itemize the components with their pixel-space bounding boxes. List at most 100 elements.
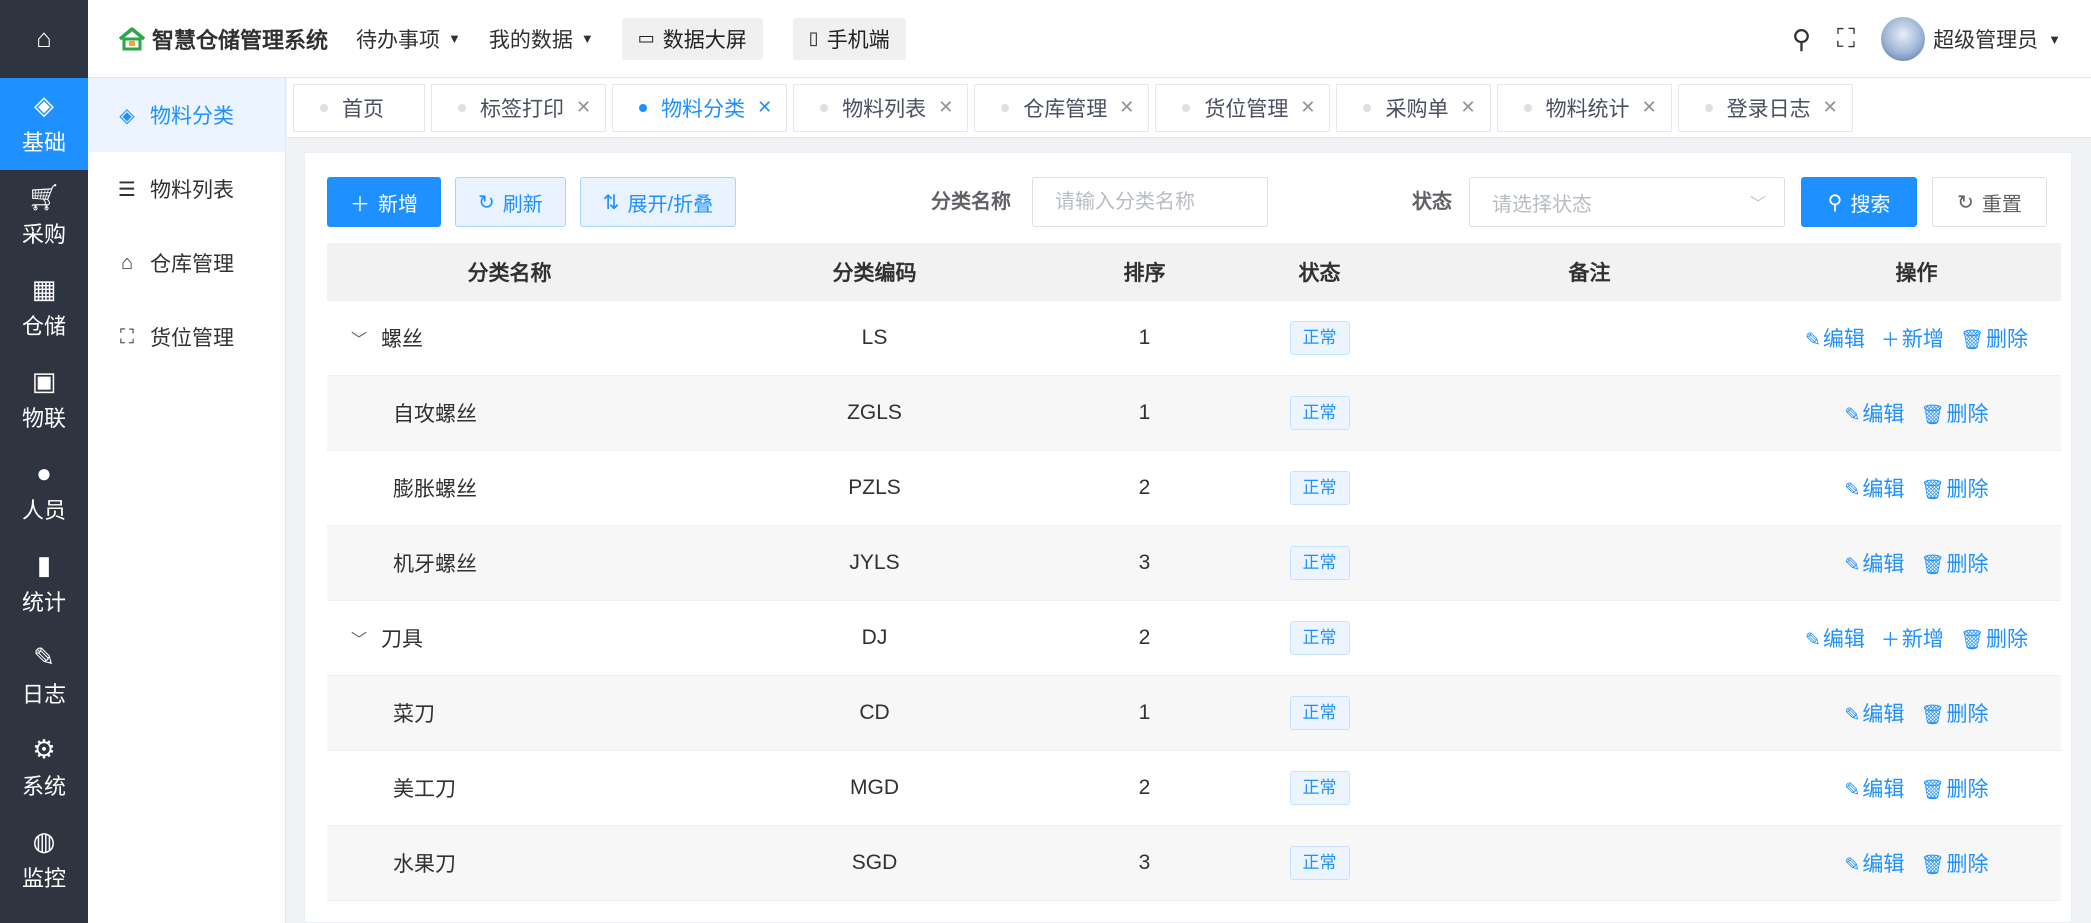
cell-sort: 3 (1138, 851, 1151, 874)
edit-link[interactable]: ✎编辑 (1844, 848, 1904, 878)
rail-item-iot[interactable]: ▣ 物联 (0, 354, 88, 446)
delete-link[interactable]: 🗑︎删除 (1920, 698, 1988, 728)
add-child-link[interactable]: ＋新增 (1881, 623, 1944, 653)
close-icon[interactable]: ✕ (757, 97, 772, 118)
delete-link[interactable]: 🗑︎删除 (1920, 548, 1988, 578)
cell-code: CD (859, 701, 890, 724)
cell-ops: ✎编辑 🗑︎删除 (1772, 398, 2061, 428)
bigscreen-label: 数据大屏 (662, 28, 747, 52)
bigscreen-button[interactable]: ▭ 数据大屏 (621, 17, 763, 60)
subnav-item-location[interactable]: ⛶ 货位管理 (88, 300, 285, 374)
table-row[interactable]: 机牙螺丝 JYLS 3 正常 ✎编辑 🗑︎删除 (327, 526, 2061, 601)
edit-link[interactable]: ✎编辑 (1805, 623, 1865, 653)
category-table: 分类名称 分类编码 排序 状态 备注 操作 ﹀ 螺丝 LS 1 正常 ✎编辑 ＋新增 🗑︎删除… (327, 243, 2061, 901)
close-icon[interactable]: ✕ (938, 97, 953, 118)
tab-warehouse[interactable]: 仓库管理 ✕ (974, 83, 1150, 132)
chevron-down-icon[interactable]: ﹀ (351, 626, 381, 650)
fullscreen-icon[interactable]: ⛶ (1837, 23, 1855, 55)
delete-link[interactable]: 🗑︎删除 (1920, 773, 1988, 803)
add-child-link[interactable]: ＋新增 (1881, 323, 1944, 353)
rail-item-staff[interactable]: ● 人员 (0, 446, 88, 538)
tab-dot (1182, 103, 1191, 112)
delete-link[interactable]: 🗑︎删除 (1920, 848, 1988, 878)
search-icon[interactable]: ⚲ (1792, 24, 1811, 55)
expand-collapse-button[interactable]: ⇅ 展开/折叠 (579, 177, 737, 227)
cell-status: 正常 (1232, 546, 1407, 580)
refresh-button[interactable]: ↻ 刷新 (455, 177, 566, 227)
edit-link[interactable]: ✎编辑 (1844, 473, 1904, 503)
rail-item-basic[interactable]: ◈ 基础 (0, 78, 88, 170)
rail-item-purchase[interactable]: 🛒︎ 采购 (0, 170, 88, 262)
tab-purchase[interactable]: 采购单 ✕ (1336, 83, 1491, 132)
table-row[interactable]: 菜刀 CD 1 正常 ✎编辑 🗑︎删除 (327, 676, 2061, 751)
tab-label-print[interactable]: 标签打印 ✕ (431, 83, 607, 132)
user-name[interactable]: 超级管理员 (1933, 24, 2038, 54)
tab-material-category[interactable]: 物料分类 ✕ (612, 83, 788, 132)
rail-item-storage[interactable]: ▦ 仓储 (0, 262, 88, 354)
reset-button[interactable]: ↻ 重置 (1932, 177, 2047, 227)
edit-link[interactable]: ✎编辑 (1844, 548, 1904, 578)
category-name-input[interactable] (1032, 177, 1268, 227)
col-header-remark: 备注 (1568, 261, 1611, 285)
table-row[interactable]: 水果刀 SGD 3 正常 ✎编辑 🗑︎删除 (327, 826, 2061, 901)
cell-code: ZGLS (847, 401, 902, 424)
rail-item-log[interactable]: ✎ 日志 (0, 630, 88, 722)
status-select[interactable]: 请选择状态 ﹀ (1469, 177, 1785, 227)
cell-ops: ✎编辑 🗑︎删除 (1772, 698, 2061, 728)
tab-home[interactable]: 首页 (293, 83, 425, 132)
tab-location[interactable]: 货位管理 ✕ (1155, 83, 1331, 132)
close-icon[interactable]: ✕ (1119, 97, 1134, 118)
close-icon[interactable]: ✕ (576, 97, 591, 118)
edit-label: 编辑 (1862, 853, 1905, 876)
add-button[interactable]: ＋ 新增 (327, 177, 441, 227)
delete-link[interactable]: 🗑︎删除 (1960, 623, 2028, 653)
menu-todo[interactable]: 待办事项 ▼ (356, 24, 461, 54)
delete-link[interactable]: 🗑︎删除 (1920, 473, 1988, 503)
subnav-item-category[interactable]: ◈ 物料分类 (88, 78, 285, 152)
close-icon[interactable]: ✕ (1460, 97, 1475, 118)
edit-link[interactable]: ✎编辑 (1805, 323, 1865, 353)
table-row[interactable]: ﹀ 刀具 DJ 2 正常 ✎编辑 ＋新增 🗑︎删除 (327, 601, 2061, 676)
delete-link[interactable]: 🗑︎删除 (1920, 398, 1988, 428)
close-icon[interactable]: ✕ (1642, 97, 1657, 118)
category-name-label: 分类名称 (931, 191, 1011, 213)
table-row[interactable]: ﹀ 螺丝 LS 1 正常 ✎编辑 ＋新增 🗑︎删除 (327, 301, 2061, 376)
delete-label: 删除 (1946, 403, 1989, 426)
app-logo[interactable]: 智慧仓储管理系统 (118, 23, 328, 55)
close-icon[interactable]: ✕ (1300, 97, 1315, 118)
subnav-item-list[interactable]: ☰ 物料列表 (88, 152, 285, 226)
chevron-down-icon[interactable]: ﹀ (351, 326, 381, 350)
delete-link[interactable]: 🗑︎删除 (1960, 323, 2028, 353)
refresh-label: 刷新 (502, 193, 543, 216)
menu-mydata[interactable]: 我的数据 ▼ (489, 24, 594, 54)
rail-item-stats[interactable]: ▮ 统计 (0, 538, 88, 630)
mobile-button[interactable]: ▯ 手机端 (792, 17, 906, 60)
table-row[interactable]: 自攻螺丝 ZGLS 1 正常 ✎编辑 🗑︎删除 (327, 376, 2061, 451)
cell-code: DJ (861, 626, 888, 649)
subnav-item-warehouse[interactable]: ⌂ 仓库管理 (88, 226, 285, 300)
icon-rail: ⌂ ◈ 基础 🛒︎ 采购 ▦ 仓储 ▣ 物联 ● 人员 ▮ 统计 ✎ 日志 ⚙ … (0, 0, 88, 923)
close-icon[interactable]: ✕ (1823, 97, 1838, 118)
sort-arrows-icon: ⇅ (602, 191, 620, 214)
table-row[interactable]: 膨胀螺丝 PZLS 2 正常 ✎编辑 🗑︎删除 (327, 451, 2061, 526)
edit-label: 编辑 (1822, 628, 1865, 651)
tab-dot (1704, 103, 1713, 112)
tab-material-stats[interactable]: 物料统计 ✕ (1496, 83, 1672, 132)
caret-down-icon[interactable]: ▼ (2048, 32, 2061, 47)
tab-label: 物料统计 (1545, 97, 1630, 121)
edit-link[interactable]: ✎编辑 (1844, 773, 1904, 803)
avatar[interactable] (1881, 17, 1926, 61)
edit-link[interactable]: ✎编辑 (1844, 698, 1904, 728)
tab-material-list[interactable]: 物料列表 ✕ (793, 83, 969, 132)
rail-home[interactable]: ⌂ (0, 0, 88, 78)
top-header: 智慧仓储管理系统 待办事项 ▼ 我的数据 ▼ ▭ 数据大屏 ▯ 手机端 ⚲ ⛶ … (88, 0, 2091, 78)
cell-name: 机牙螺丝 (327, 548, 692, 578)
table-row[interactable]: 美工刀 MGD 2 正常 ✎编辑 🗑︎删除 (327, 751, 2061, 826)
rail-item-monitor[interactable]: ◍ 监控 (0, 814, 88, 906)
tab-login-log[interactable]: 登录日志 ✕ (1677, 83, 1853, 132)
search-button[interactable]: ⚲ 搜索 (1801, 177, 1917, 227)
status-badge: 正常 (1289, 321, 1350, 355)
edit-link[interactable]: ✎编辑 (1844, 398, 1904, 428)
trash-icon: 🗑︎ (1920, 705, 1945, 726)
rail-item-system[interactable]: ⚙ 系统 (0, 722, 88, 814)
